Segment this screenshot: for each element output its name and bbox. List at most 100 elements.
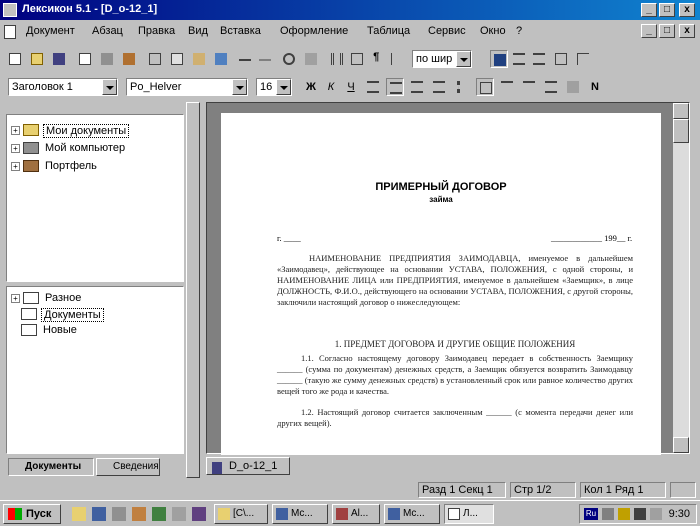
panel-splitter[interactable] <box>186 102 200 478</box>
italic-button[interactable]: К <box>322 78 340 96</box>
menu-edit[interactable]: Правка <box>138 25 175 37</box>
redo-icon[interactable] <box>256 50 274 68</box>
tree-item-misc[interactable]: + Разное <box>11 291 171 307</box>
minimize-button[interactable]: _ <box>641 3 657 17</box>
tree-item-my-documents[interactable]: + Мои документы <box>11 123 171 139</box>
style-select[interactable]: Заголовок 1 <box>8 78 118 96</box>
quicklaunch-icon[interactable] <box>112 507 126 521</box>
shading-icon[interactable] <box>564 78 582 96</box>
start-button[interactable]: Пуск <box>3 504 61 524</box>
bold-button[interactable]: Ж <box>302 78 320 96</box>
quicklaunch-icon[interactable] <box>72 507 86 521</box>
hyphenation-icon[interactable] <box>388 50 406 68</box>
app-icon[interactable] <box>3 3 17 17</box>
paste-icon[interactable] <box>190 50 208 68</box>
spacing-icon[interactable] <box>542 78 560 96</box>
task-button[interactable]: Mc... <box>384 504 440 524</box>
chevron-down-icon[interactable] <box>276 79 291 95</box>
bullets-icon[interactable] <box>454 78 472 96</box>
menu-help[interactable]: ? <box>516 25 522 37</box>
expand-icon[interactable]: + <box>11 162 20 171</box>
doc-restore-button[interactable]: □ <box>659 24 675 38</box>
quicklaunch-icon[interactable] <box>92 507 106 521</box>
maximize-button[interactable]: □ <box>659 3 675 17</box>
indent-icon[interactable] <box>498 78 516 96</box>
normal-style-button[interactable]: N <box>586 78 604 96</box>
tab-documents[interactable]: Документы <box>8 458 94 476</box>
save-icon[interactable] <box>50 50 68 68</box>
spellcheck-icon[interactable] <box>120 50 138 68</box>
menu-view[interactable]: Вид <box>188 25 208 37</box>
menu-format[interactable]: Оформление <box>280 25 348 37</box>
scroll-down-icon[interactable] <box>673 437 689 453</box>
clock[interactable]: 9:30 <box>669 508 690 520</box>
chevron-down-icon[interactable] <box>102 79 117 95</box>
tree-item-briefcase[interactable]: + Портфель <box>11 159 171 175</box>
task-button[interactable]: Mc... <box>272 504 328 524</box>
zoom-select[interactable]: по шир <box>412 50 472 68</box>
doc-close-button[interactable]: x <box>679 24 695 38</box>
replace-icon[interactable] <box>302 50 320 68</box>
task-button-active[interactable]: Л... <box>444 504 494 524</box>
copy-icon[interactable] <box>168 50 186 68</box>
align-left-icon[interactable] <box>364 78 382 96</box>
new-document-icon[interactable] <box>6 50 24 68</box>
paragraph-marks-icon[interactable]: ¶ <box>368 50 386 68</box>
volume-icon[interactable] <box>650 508 662 520</box>
vertical-scrollbar[interactable] <box>673 103 689 453</box>
outdent-icon[interactable] <box>520 78 538 96</box>
menu-paragraph[interactable]: Абзац <box>92 25 123 37</box>
scroll-up-icon[interactable] <box>673 103 689 119</box>
corner-icon[interactable] <box>574 50 592 68</box>
scroll-thumb[interactable] <box>673 119 689 143</box>
chevron-down-icon[interactable] <box>456 51 471 67</box>
tree-item-documents[interactable]: Документы <box>21 307 171 323</box>
tab-document[interactable]: D_o-12_1 <box>206 457 290 475</box>
quicklaunch-icon[interactable] <box>132 507 146 521</box>
expand-icon[interactable]: + <box>11 126 20 135</box>
tray-icon[interactable] <box>634 508 646 520</box>
list-view-icon[interactable] <box>530 50 548 68</box>
tree-item-my-computer[interactable]: + Мой компьютер <box>11 141 171 157</box>
format-painter-icon[interactable] <box>212 50 230 68</box>
quicklaunch-icon[interactable] <box>172 507 186 521</box>
task-button[interactable]: Al... <box>332 504 380 524</box>
doc-minimize-button[interactable]: _ <box>641 24 657 38</box>
underline-button[interactable]: Ч <box>342 78 360 96</box>
keyboard-layout-icon[interactable]: Ru <box>584 508 598 520</box>
open-icon[interactable] <box>28 50 46 68</box>
expand-icon[interactable]: + <box>11 144 20 153</box>
outline-view-icon[interactable] <box>510 50 528 68</box>
tray-icon[interactable] <box>618 508 630 520</box>
align-right-icon[interactable] <box>430 78 448 96</box>
cut-icon[interactable] <box>146 50 164 68</box>
chevron-down-icon[interactable] <box>232 79 247 95</box>
document-icon[interactable] <box>4 25 16 39</box>
align-justify-icon[interactable] <box>386 78 404 96</box>
page-view-icon[interactable] <box>490 50 508 68</box>
document-page[interactable]: ПРИМЕРНЫЙ ДОГОВОР займа г. ____ ________… <box>221 113 661 455</box>
task-button[interactable]: [C\... <box>214 504 268 524</box>
print-preview-icon[interactable] <box>76 50 94 68</box>
menu-document[interactable]: Документ <box>26 25 75 37</box>
print-icon[interactable] <box>98 50 116 68</box>
font-select[interactable]: Po_Helver <box>126 78 248 96</box>
menu-service[interactable]: Сервис <box>428 25 466 37</box>
quicklaunch-icon[interactable] <box>152 507 166 521</box>
frame-icon[interactable] <box>552 50 570 68</box>
columns-icon[interactable] <box>328 50 346 68</box>
border-icon[interactable] <box>476 78 494 96</box>
find-icon[interactable] <box>280 50 298 68</box>
menu-window[interactable]: Окно <box>480 25 506 37</box>
expand-icon[interactable]: + <box>11 294 20 303</box>
tree-item-new[interactable]: Новые <box>21 323 171 339</box>
align-center-icon[interactable] <box>408 78 426 96</box>
tray-icon[interactable] <box>602 508 614 520</box>
menu-insert[interactable]: Вставка <box>220 25 261 37</box>
undo-icon[interactable] <box>236 50 254 68</box>
menu-table[interactable]: Таблица <box>367 25 410 37</box>
close-button[interactable]: x <box>679 3 695 17</box>
tab-info[interactable]: Сведения <box>96 458 160 476</box>
font-size-select[interactable]: 16 <box>256 78 292 96</box>
quicklaunch-icon[interactable] <box>192 507 206 521</box>
